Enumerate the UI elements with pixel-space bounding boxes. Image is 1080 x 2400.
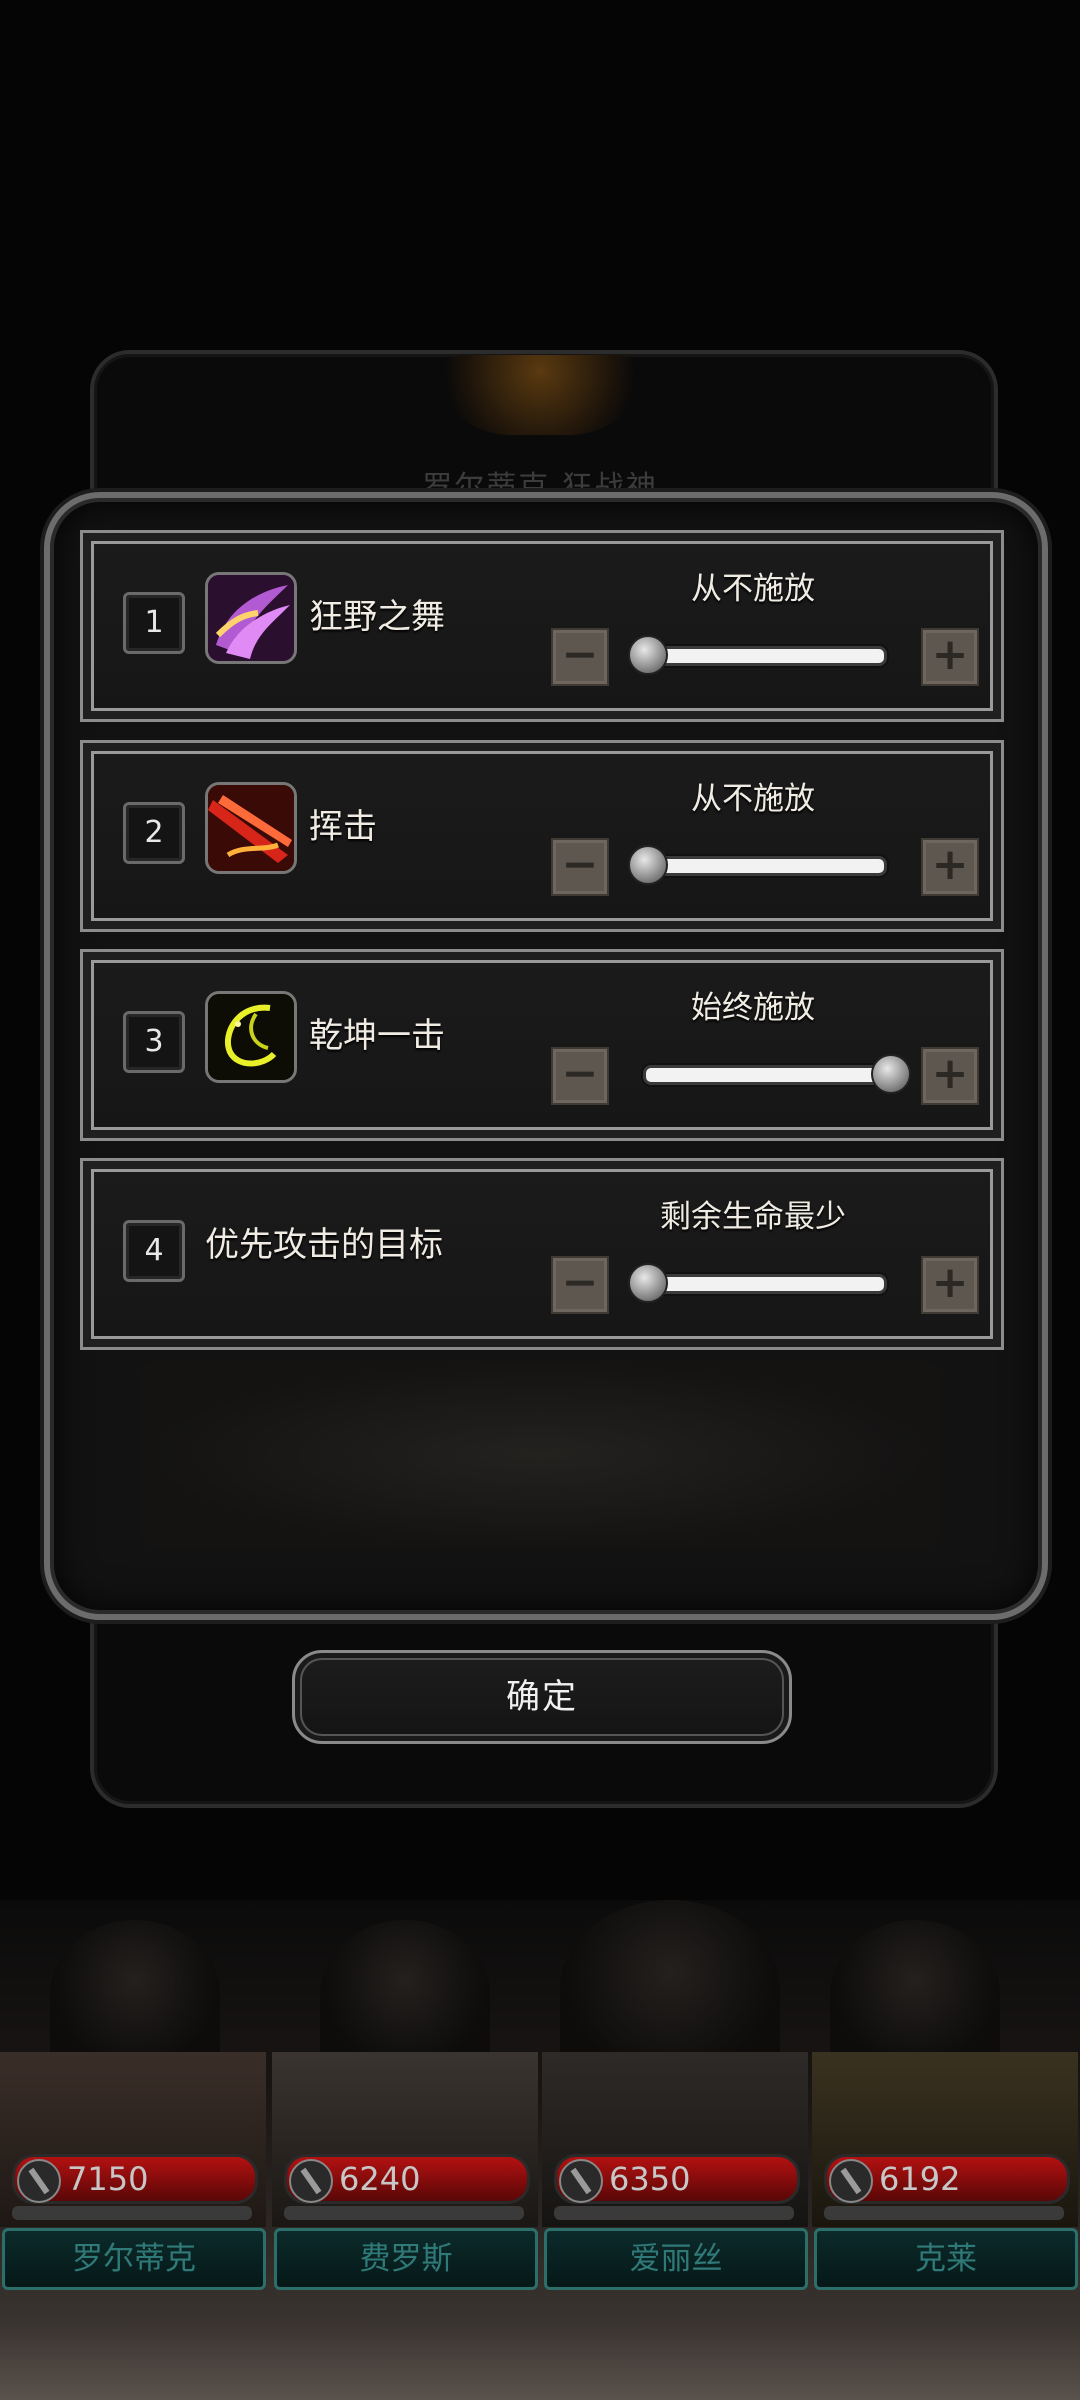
decrease-button[interactable]: − (551, 838, 609, 896)
target-priority-label: 优先攻击的目标 (205, 1225, 443, 1265)
hero-name: 爱丽丝 (544, 2228, 808, 2290)
target-priority-row: 4 优先攻击的目标 剩余生命最少 − + (80, 1158, 1004, 1350)
row-number: 2 (123, 802, 185, 864)
hero-hp-value: 7150 (67, 2160, 149, 2198)
hero-hp-value: 6192 (879, 2160, 961, 2198)
plus-icon: + (931, 839, 969, 890)
row-number: 3 (123, 1011, 185, 1073)
plus-icon: + (931, 1257, 969, 1308)
hero-energy-bar (824, 2206, 1064, 2220)
plus-icon: + (931, 1048, 969, 1099)
slider-knob[interactable] (628, 845, 668, 885)
target-setting-label: 剩余生命最少 (660, 1199, 846, 1235)
hero-card[interactable]: 6350 爱丽丝 (542, 2052, 808, 2292)
hero-name: 克莱 (814, 2228, 1078, 2290)
hero-card[interactable]: 7150 罗尔蒂克 (0, 2052, 266, 2292)
minus-icon: − (561, 1048, 599, 1099)
increase-button[interactable]: + (921, 838, 979, 896)
skill-name: 挥击 (309, 807, 377, 847)
decrease-button[interactable]: − (551, 628, 609, 686)
skill-row-3: 3 乾坤一击 始终施放 − + (80, 949, 1004, 1141)
hero-energy-bar (12, 2206, 252, 2220)
skill-name: 乾坤一击 (309, 1016, 445, 1056)
skill-row-1: 1 狂野之舞 从不施放 − + (80, 530, 1004, 722)
cast-setting-slider[interactable] (643, 646, 887, 666)
hero-hp-bar: 6240 (284, 2154, 530, 2204)
hero-silhouette (830, 1920, 1000, 2070)
dialog-texture (140, 1360, 940, 1550)
universe-strike-skill-icon (205, 991, 297, 1083)
sword-icon (289, 2159, 333, 2203)
slider-knob[interactable] (628, 1263, 668, 1303)
target-setting-slider[interactable] (643, 1274, 887, 1294)
hero-name: 费罗斯 (274, 2228, 538, 2290)
increase-button[interactable]: + (921, 1256, 979, 1314)
slash-skill-icon (205, 782, 297, 874)
hero-energy-bar (284, 2206, 524, 2220)
row-number: 4 (123, 1220, 185, 1282)
minus-icon: − (561, 839, 599, 890)
slider-knob[interactable] (871, 1054, 911, 1094)
hero-card[interactable]: 6192 克莱 (812, 2052, 1078, 2292)
increase-button[interactable]: + (921, 1047, 979, 1105)
hero-hp-bar: 6350 (554, 2154, 800, 2204)
increase-button[interactable]: + (921, 628, 979, 686)
cast-setting-label: 从不施放 (691, 571, 815, 607)
sword-icon (829, 2159, 873, 2203)
skill-row-2: 2 挥击 从不施放 − + (80, 740, 1004, 932)
cast-setting-label: 始终施放 (691, 990, 815, 1026)
minus-icon: − (561, 629, 599, 680)
cast-setting-label: 从不施放 (691, 781, 815, 817)
cast-setting-slider[interactable] (643, 1065, 887, 1085)
hero-hp-value: 6350 (609, 2160, 691, 2198)
decrease-button[interactable]: − (551, 1256, 609, 1314)
confirm-button[interactable]: 确定 (292, 1650, 792, 1744)
hero-card[interactable]: 6240 费罗斯 (272, 2052, 538, 2292)
wild-dance-skill-icon (205, 572, 297, 664)
sword-icon (17, 2159, 61, 2203)
minus-icon: − (561, 1257, 599, 1308)
hero-hp-bar: 7150 (12, 2154, 258, 2204)
hero-silhouette (320, 1920, 490, 2070)
slider-knob[interactable] (628, 635, 668, 675)
skill-name: 狂野之舞 (309, 597, 445, 637)
cast-setting-slider[interactable] (643, 856, 887, 876)
plus-icon: + (931, 629, 969, 680)
row-number: 1 (123, 592, 185, 654)
hero-silhouette (50, 1920, 220, 2070)
hero-hp-bar: 6192 (824, 2154, 1070, 2204)
decrease-button[interactable]: − (551, 1047, 609, 1105)
sword-icon (559, 2159, 603, 2203)
hero-name: 罗尔蒂克 (2, 2228, 266, 2290)
hero-hp-value: 6240 (339, 2160, 421, 2198)
hero-energy-bar (554, 2206, 794, 2220)
